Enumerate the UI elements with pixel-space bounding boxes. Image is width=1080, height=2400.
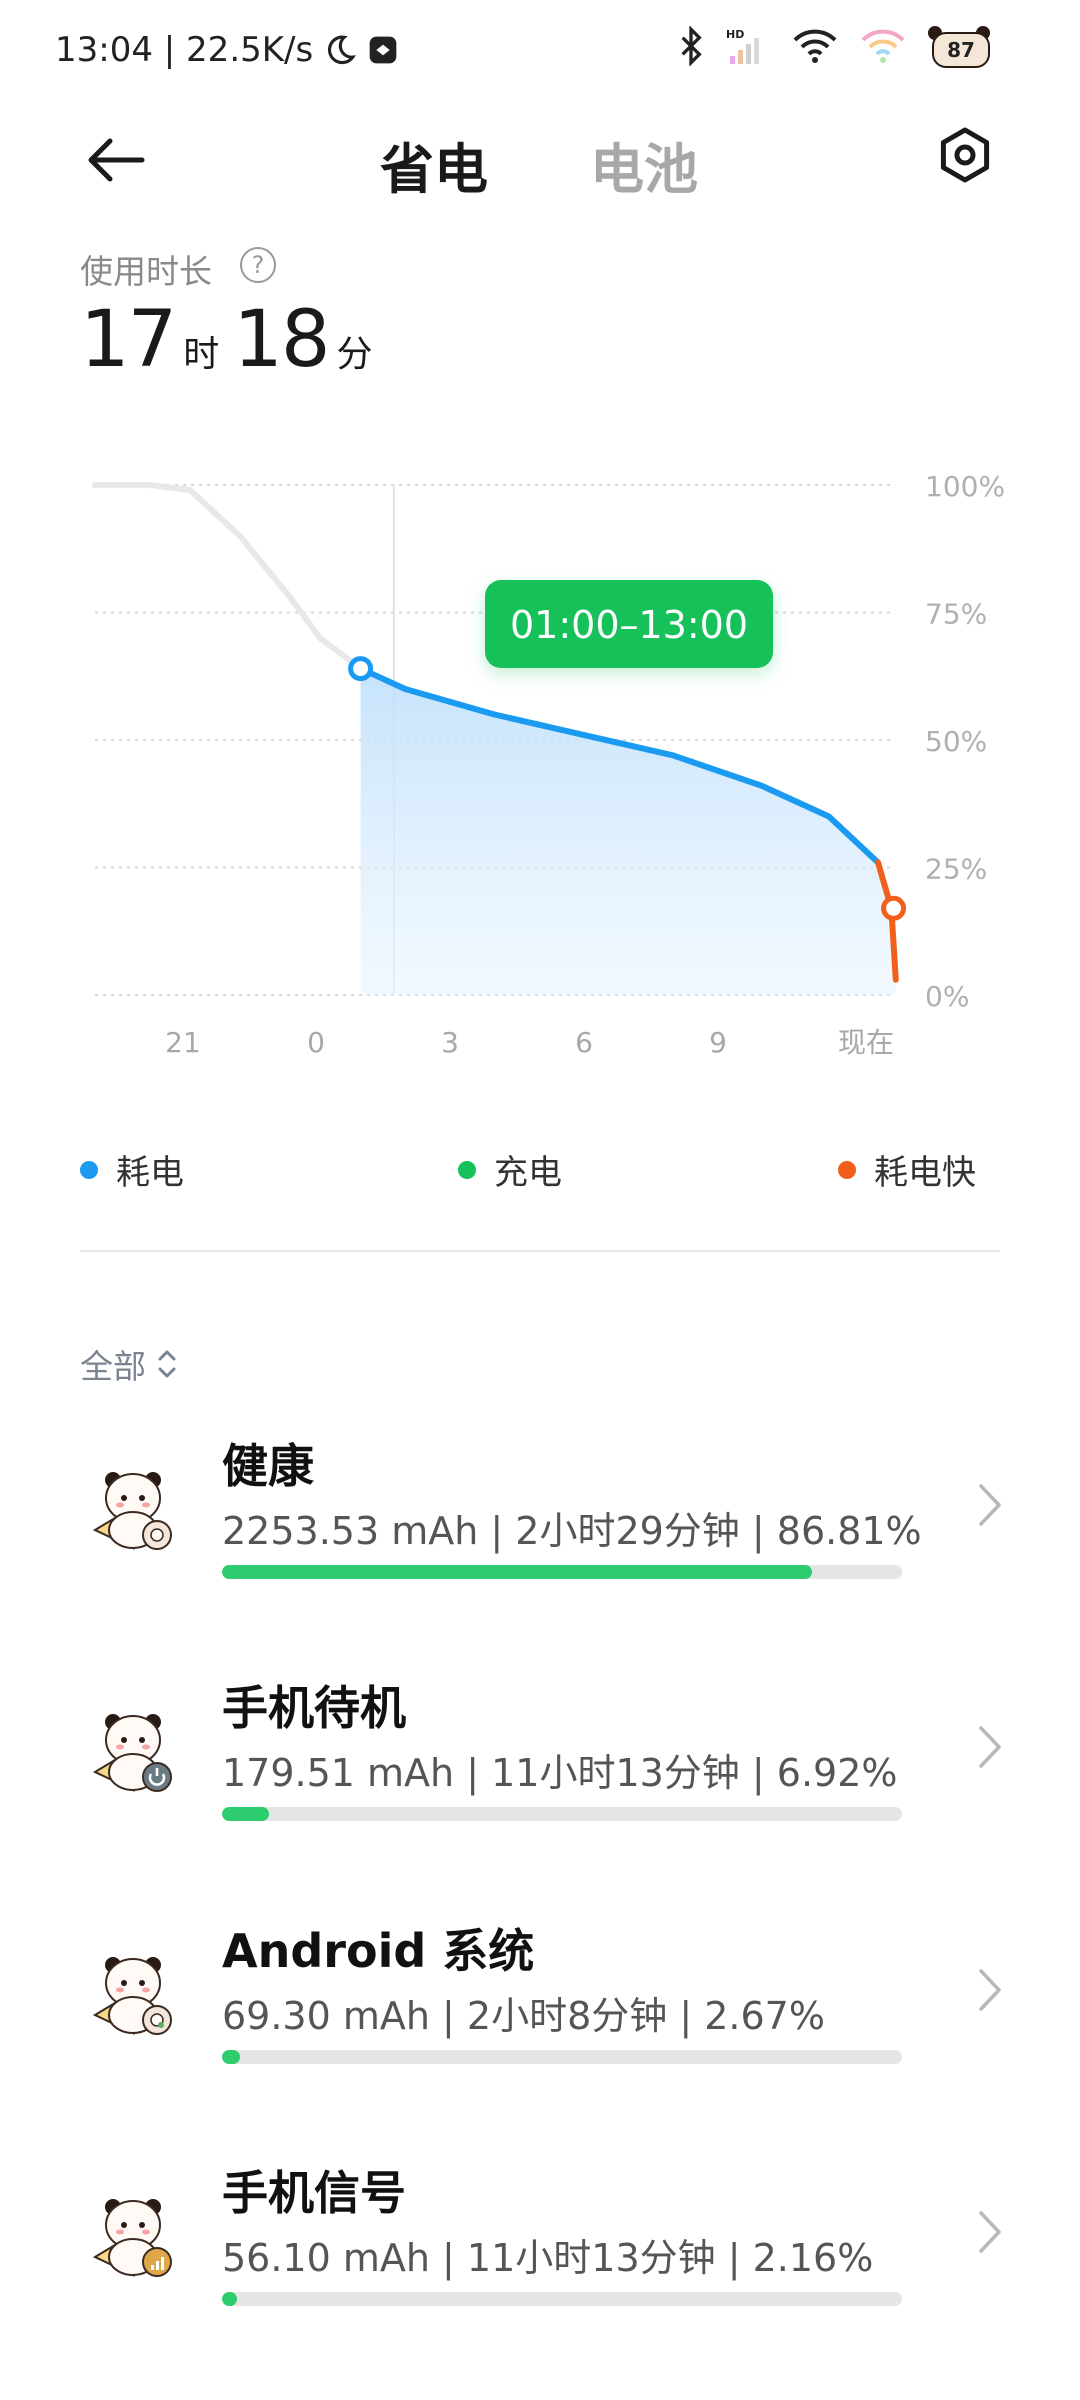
battery-icon: 87: [928, 26, 990, 68]
range-end-handle[interactable]: [881, 895, 907, 921]
battery-level-chart[interactable]: 100% 75% 50% 25% 0% 21 0 3 6 9 现在 01:00–13:00: [0, 460, 1080, 1080]
app-item-cell-signal[interactable]: 手机信号 56.10 mAh | 11小时13分钟 | 2.16%: [0, 2157, 1080, 2357]
legend-dot-drain: [80, 1160, 98, 1179]
status-time-speed: 13:04 | 22.5K/s: [55, 30, 314, 70]
usage-hours-unit: 时: [183, 334, 220, 375]
y-tick-label: 0%: [925, 980, 969, 1013]
filter-dropdown[interactable]: 全部: [80, 1340, 178, 1388]
x-tick-label: 3: [441, 1026, 459, 1059]
legend-label-drain: 耗电: [116, 1153, 184, 1193]
app-icon-cell-signal: [92, 2199, 172, 2277]
x-tick-label: 0: [307, 1026, 325, 1059]
usage-bar: [222, 1807, 902, 1821]
wifi-icon: [793, 29, 837, 63]
moon-icon: [328, 35, 357, 65]
x-tick-label: 21: [165, 1026, 201, 1059]
app-notification-icon: [369, 36, 397, 64]
usage-bar-fill: [222, 2292, 237, 2306]
app-name: Android 系统: [222, 1924, 535, 1978]
history-line: [92, 482, 364, 672]
x-tick-label: 现在: [838, 1026, 894, 1059]
app-icon-android-system: [92, 1957, 172, 2035]
app-name: 手机待机: [222, 1681, 406, 1735]
legend-label-charge: 充电: [494, 1153, 562, 1193]
tab-battery[interactable]: 电池: [590, 125, 698, 204]
bluetooth-icon: [681, 26, 702, 66]
filter-label: 全部: [80, 1347, 146, 1386]
legend-dot-fast-drain: [838, 1160, 856, 1179]
usage-minutes-unit: 分: [336, 334, 373, 375]
wifi-hotspot-icon: [861, 29, 905, 63]
app-usage-detail: 56.10 mAh | 11小时13分钟 | 2.16%: [222, 2236, 874, 2280]
tab-power-saving[interactable]: 省电: [380, 125, 488, 204]
usage-bar: [222, 1565, 902, 1579]
sort-updown-icon: [158, 1350, 176, 1378]
y-tick-label: 25%: [925, 853, 987, 886]
app-name: 健康: [222, 1439, 314, 1493]
usage-minutes: 18: [233, 295, 330, 385]
status-left: 13:04 | 22.5K/s: [55, 30, 399, 70]
usage-bar: [222, 2050, 902, 2064]
settings-gear-icon[interactable]: [935, 125, 995, 185]
usage-bar-fill: [222, 1565, 813, 1579]
x-tick-label: 9: [709, 1026, 727, 1059]
y-tick-label: 50%: [925, 725, 987, 758]
cellular-hd-icon: HD: [726, 28, 759, 64]
usage-hours: 17: [80, 295, 177, 385]
app-name: 手机信号: [222, 2166, 406, 2220]
usage-bar-fill: [222, 1807, 270, 1821]
time-range-tooltip-label: 01:00–13:00: [510, 603, 748, 647]
status-right: HD 87: [678, 26, 990, 68]
drain-area: [360, 668, 896, 995]
svg-text:HD: HD: [726, 28, 744, 41]
app-item-health[interactable]: 健康 2253.53 mAh | 2小时29分钟 | 86.81%: [0, 1430, 1080, 1630]
y-tick-label: 75%: [925, 598, 987, 631]
battery-level: 87: [932, 32, 990, 68]
usage-duration: 17 时 18 分: [80, 295, 387, 385]
y-tick-label: 100%: [925, 470, 1005, 503]
legend-item-fast-drain: 耗电快: [838, 1145, 976, 1194]
app-item-android-system[interactable]: Android 系统 69.30 mAh | 2小时8分钟 | 2.67%: [0, 1915, 1080, 2115]
app-usage-detail: 69.30 mAh | 2小时8分钟 | 2.67%: [222, 1994, 825, 2038]
usage-bar-fill: [222, 2050, 241, 2064]
range-start-handle[interactable]: [348, 656, 374, 682]
chevron-right-icon: [979, 1726, 1001, 1768]
status-bar: 13:04 | 22.5K/s HD 87: [0, 0, 1080, 100]
help-icon[interactable]: ?: [240, 247, 276, 283]
usage-duration-label: 使用时长: [80, 252, 212, 291]
legend-item-drain: 耗电: [80, 1145, 184, 1194]
chevron-right-icon: [979, 2211, 1001, 2253]
back-arrow-icon[interactable]: [80, 125, 150, 195]
app-usage-detail: 2253.53 mAh | 2小时29分钟 | 86.81%: [222, 1509, 922, 1553]
usage-bar: [222, 2292, 902, 2306]
app-usage-detail: 179.51 mAh | 11小时13分钟 | 6.92%: [222, 1751, 898, 1795]
app-icon-health: [92, 1472, 172, 1550]
app-item-standby[interactable]: 手机待机 179.51 mAh | 11小时13分钟 | 6.92%: [0, 1672, 1080, 1872]
x-tick-label: 6: [575, 1026, 593, 1059]
divider: [80, 1250, 1000, 1252]
chevron-right-icon: [979, 1484, 1001, 1526]
legend-dot-charge: [458, 1160, 476, 1179]
chevron-right-icon: [979, 1969, 1001, 2011]
legend-label-fast-drain: 耗电快: [874, 1153, 976, 1193]
legend-item-charge: 充电: [458, 1145, 562, 1194]
app-icon-standby: [92, 1714, 172, 1792]
